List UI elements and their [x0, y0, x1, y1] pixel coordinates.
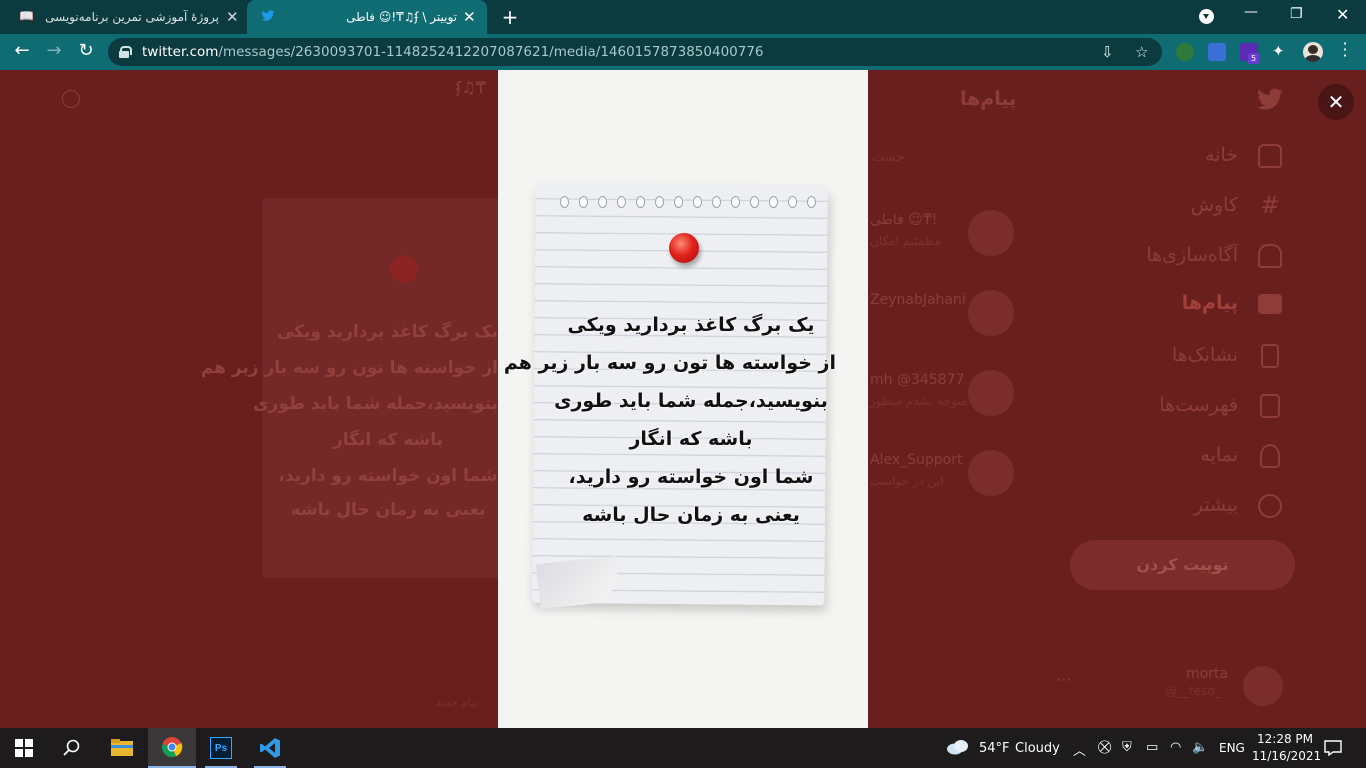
avatar	[968, 370, 1014, 416]
browser-tab-strip: 📖 پروژهٔ آموزشی تمرین برنامه‌نویسی: ‌ه ✕…	[0, 0, 1366, 34]
twitter-icon	[261, 10, 275, 21]
profile-avatar[interactable]	[1303, 42, 1323, 62]
file-explorer-button[interactable]	[98, 728, 146, 768]
poem-line: یعنی به زمان حال باشه	[582, 504, 800, 526]
tab-title: توییتر \ ʄ♫₸!☺ فاطی	[346, 10, 457, 24]
new-tab-button[interactable]: +	[500, 5, 520, 29]
weather-temperature[interactable]: 54°F	[979, 741, 1010, 756]
window-close-icon[interactable]: ✕	[1336, 5, 1349, 24]
search-button[interactable]	[48, 728, 96, 768]
tab-twitter[interactable]: توییتر \ ʄ♫₸!☺ فاطی ✕	[247, 0, 487, 34]
messages-title: پیام‌ها	[960, 88, 1017, 110]
battery-icon[interactable]: ▭	[1146, 740, 1158, 755]
search-icon	[63, 739, 80, 756]
cloud-icon[interactable]	[946, 739, 970, 755]
chrome-taskbar-button[interactable]	[148, 728, 196, 768]
account-avatar[interactable]	[1243, 666, 1283, 706]
input-language[interactable]: ENG	[1219, 741, 1245, 755]
close-media-button[interactable]: ✕	[1318, 84, 1354, 120]
extension-icon-1[interactable]	[1176, 43, 1194, 61]
tab-search-icon[interactable]	[1199, 9, 1214, 24]
info-icon[interactable]	[62, 90, 80, 108]
account-menu-icon[interactable]: ···	[1056, 670, 1071, 689]
clock-date[interactable]: 11/16/2021	[1252, 749, 1321, 763]
tab-title: پروژهٔ آموزشی تمرین برنامه‌نویسی: ‌ه	[44, 10, 219, 24]
close-tab-icon[interactable]: ✕	[226, 8, 239, 26]
restore-icon[interactable]: ❐	[1290, 6, 1303, 22]
tweet-button[interactable]: توییت کردن	[1070, 540, 1295, 590]
start-button[interactable]	[0, 728, 48, 768]
message-search-input[interactable]: جست	[872, 150, 904, 165]
bookmark-star-icon[interactable]: ☆	[1135, 43, 1148, 61]
more-icon	[1258, 494, 1282, 518]
chrome-menu-icon[interactable]: · · ·	[1340, 36, 1350, 64]
photoshop-icon: Ps	[210, 737, 232, 759]
twitter-logo-icon[interactable]	[1256, 88, 1284, 112]
network-disconnected-icon[interactable]: ⛒	[1098, 740, 1111, 755]
url-text[interactable]: twitter.com/messages/2630093701-11482524…	[142, 44, 764, 60]
chat-scrollbar[interactable]	[44, 125, 56, 665]
account-name: morta	[1186, 666, 1229, 682]
reload-icon[interactable]: ↻	[74, 40, 98, 61]
browser-toolbar: ← → ↻ twitter.com/messages/2630093701-11…	[0, 34, 1366, 70]
extensions-puzzle-icon[interactable]: ✦	[1272, 42, 1285, 60]
media-viewer-image: یک برگ کاغذ بردارید ویکی از خواسته ها تو…	[498, 70, 868, 728]
vscode-taskbar-button[interactable]	[246, 728, 294, 768]
back-icon[interactable]: ←	[10, 40, 34, 61]
avatar	[968, 450, 1014, 496]
security-shield-icon[interactable]: ⛨	[1122, 740, 1132, 755]
book-icon: 📖	[19, 9, 34, 23]
wifi-icon[interactable]: ◠	[1170, 740, 1181, 755]
show-hidden-icons-icon[interactable]: ︿	[1073, 740, 1086, 759]
person-icon	[1260, 444, 1280, 468]
bookmark-icon	[1261, 344, 1279, 368]
poem-line: شما اون خواسته رو دارید،	[568, 466, 814, 488]
volume-icon[interactable]: 🔈	[1192, 740, 1208, 755]
chat-image-thumbnail[interactable]	[262, 198, 502, 578]
new-message-input[interactable]: پیام جدید	[436, 696, 477, 709]
minimize-icon[interactable]: —	[1244, 4, 1258, 20]
clock-time[interactable]: 12:28 PM	[1257, 732, 1313, 746]
poem-line: یک برگ کاغذ بردارید ویکی	[567, 314, 815, 336]
forward-icon[interactable]: →	[42, 40, 66, 61]
home-icon	[1258, 144, 1282, 168]
bell-icon	[1258, 244, 1282, 268]
lock-icon	[119, 46, 132, 58]
close-tab-icon[interactable]: ✕	[463, 8, 476, 26]
vscode-icon	[260, 738, 280, 758]
list-icon	[1260, 394, 1280, 418]
red-pushpin	[669, 233, 699, 263]
notifications-icon[interactable]	[1324, 740, 1342, 756]
poem-line: باشه که انگار	[629, 428, 753, 450]
paper-holes	[560, 196, 816, 210]
mail-icon	[1258, 294, 1282, 314]
extension-badge: 5	[1248, 53, 1259, 64]
account-handle: @__teso_	[1165, 684, 1221, 698]
chrome-icon	[162, 737, 183, 758]
windows-taskbar: Ps 54°F Cloudy ︿ ⛒ ⛨ ▭ ◠ 🔈 ENG 12:28 PM …	[0, 728, 1366, 768]
start-icon	[15, 739, 33, 757]
translate-icon[interactable]	[1208, 43, 1226, 61]
avatar	[968, 210, 1014, 256]
photoshop-taskbar-button[interactable]: Ps	[197, 728, 245, 768]
poem-line: از خواسته ها تون رو سه بار زیر هم	[503, 352, 836, 374]
address-bar[interactable]: twitter.com/messages/2630093701-11482524…	[108, 38, 1162, 66]
poem-line: بنویسید،جمله شما باید طوری	[554, 390, 828, 412]
hashtag-icon: #	[1259, 191, 1281, 219]
chat-header-title: ʄ♫₸	[456, 78, 486, 97]
tab-programming-project[interactable]: 📖 پروژهٔ آموزشی تمرین برنامه‌نویسی: ‌ه ✕	[0, 0, 245, 34]
install-app-icon[interactable]: ⇩	[1101, 43, 1114, 61]
file-explorer-icon	[111, 739, 133, 756]
avatar	[968, 290, 1014, 336]
weather-condition[interactable]: Cloudy	[1015, 741, 1060, 756]
pin-shape	[390, 255, 418, 283]
